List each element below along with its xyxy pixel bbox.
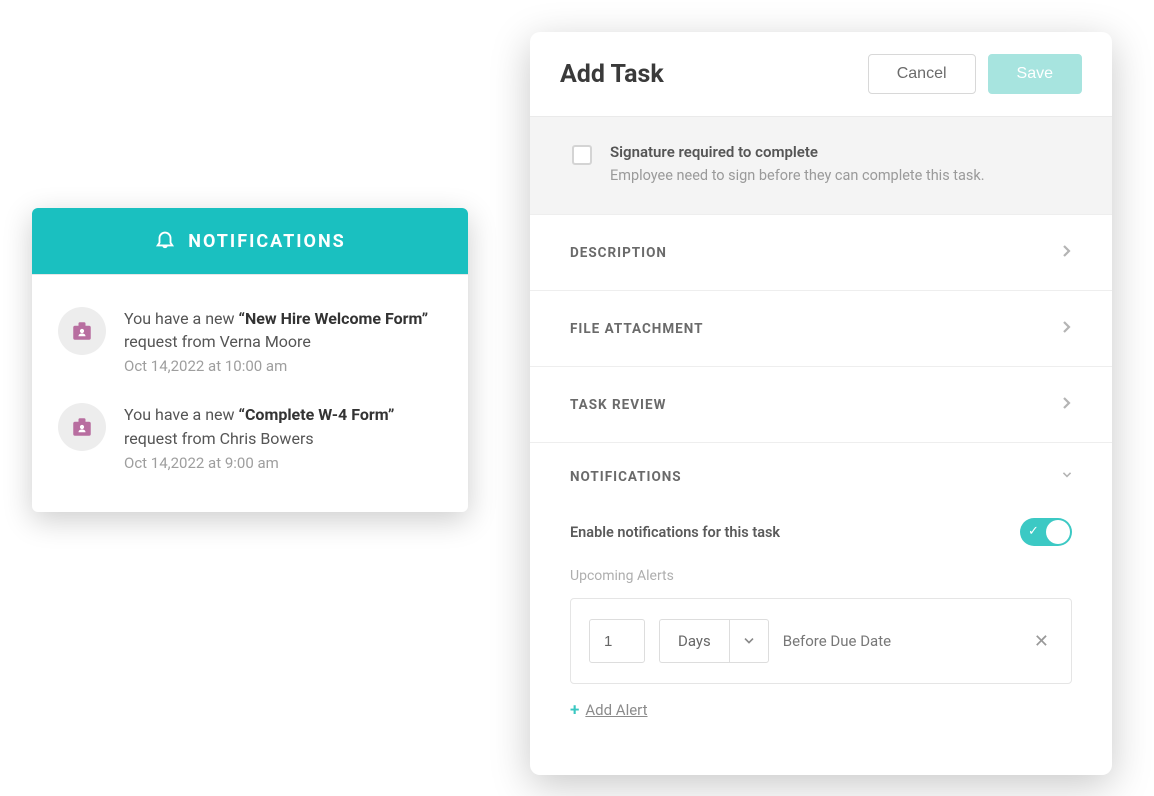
notification-message: You have a new “Complete W-4 Form” reque…: [124, 403, 442, 449]
notification-message: You have a new “New Hire Welcome Form” r…: [124, 307, 442, 353]
save-button[interactable]: Save: [988, 54, 1082, 94]
signature-text: Signature required to complete Employee …: [610, 143, 985, 184]
notifications-title: NOTIFICATIONS: [188, 231, 346, 252]
chevron-down-icon[interactable]: [729, 619, 769, 663]
notification-time: Oct 14,2022 at 9:00 am: [124, 454, 442, 472]
alert-unit-select[interactable]: Days: [659, 619, 769, 663]
chevron-right-icon: [1062, 395, 1072, 414]
chevron-right-icon: [1062, 319, 1072, 338]
notification-avatar: [58, 403, 106, 451]
add-alert-button[interactable]: + Add Alert: [570, 700, 648, 720]
notification-text: You have a new “Complete W-4 Form” reque…: [124, 403, 442, 471]
notification-text: You have a new “New Hire Welcome Form” r…: [124, 307, 442, 375]
notification-item[interactable]: You have a new “Complete W-4 Form” reque…: [58, 389, 442, 485]
section-file-attachment[interactable]: FILE ATTACHMENT: [530, 290, 1112, 366]
add-task-panel: Add Task Cancel Save Signature required …: [530, 32, 1112, 775]
signature-subtitle: Employee need to sign before they can co…: [610, 167, 985, 184]
signature-section: Signature required to complete Employee …: [530, 116, 1112, 214]
section-notifications: NOTIFICATIONS Enable notifications for t…: [530, 442, 1112, 750]
notification-item[interactable]: You have a new “New Hire Welcome Form” r…: [58, 293, 442, 389]
alert-row: Days Before Due Date ✕: [570, 598, 1072, 684]
chevron-right-icon: [1062, 243, 1072, 262]
bell-icon: [154, 228, 176, 254]
toggle-knob: [1046, 520, 1070, 544]
enable-notifications-toggle[interactable]: ✓: [1020, 518, 1072, 546]
panel-title: Add Task: [560, 60, 664, 89]
enable-notifications-label: Enable notifications for this task: [570, 524, 780, 541]
add-alert-label: Add Alert: [585, 701, 647, 719]
notification-time: Oct 14,2022 at 10:00 am: [124, 357, 442, 375]
notifications-card: NOTIFICATIONS You have a new “New Hire W…: [32, 208, 468, 512]
notifications-list: You have a new “New Hire Welcome Form” r…: [32, 275, 468, 512]
notification-avatar: [58, 307, 106, 355]
section-notifications-header[interactable]: NOTIFICATIONS: [570, 467, 1072, 492]
section-label: TASK REVIEW: [570, 397, 666, 413]
notifications-header: NOTIFICATIONS: [32, 208, 468, 275]
plus-icon: +: [570, 700, 579, 720]
section-description[interactable]: DESCRIPTION: [530, 214, 1112, 290]
alert-value-input[interactable]: [589, 619, 645, 663]
cancel-button[interactable]: Cancel: [868, 54, 976, 94]
alert-unit-value: Days: [659, 619, 729, 663]
task-header: Add Task Cancel Save: [530, 32, 1112, 116]
alert-relation-label: Before Due Date: [783, 632, 1016, 650]
header-buttons: Cancel Save: [868, 54, 1082, 94]
section-label: DESCRIPTION: [570, 245, 667, 261]
signature-checkbox[interactable]: [572, 145, 592, 165]
section-label: NOTIFICATIONS: [570, 469, 682, 485]
section-task-review[interactable]: TASK REVIEW: [530, 366, 1112, 442]
chevron-down-icon: [1062, 467, 1072, 486]
signature-title: Signature required to complete: [610, 143, 985, 161]
remove-alert-button[interactable]: ✕: [1030, 625, 1053, 658]
check-icon: ✓: [1028, 524, 1039, 539]
enable-notifications-row: Enable notifications for this task ✓: [570, 518, 1072, 546]
upcoming-alerts-label: Upcoming Alerts: [570, 568, 1072, 584]
section-label: FILE ATTACHMENT: [570, 321, 703, 337]
